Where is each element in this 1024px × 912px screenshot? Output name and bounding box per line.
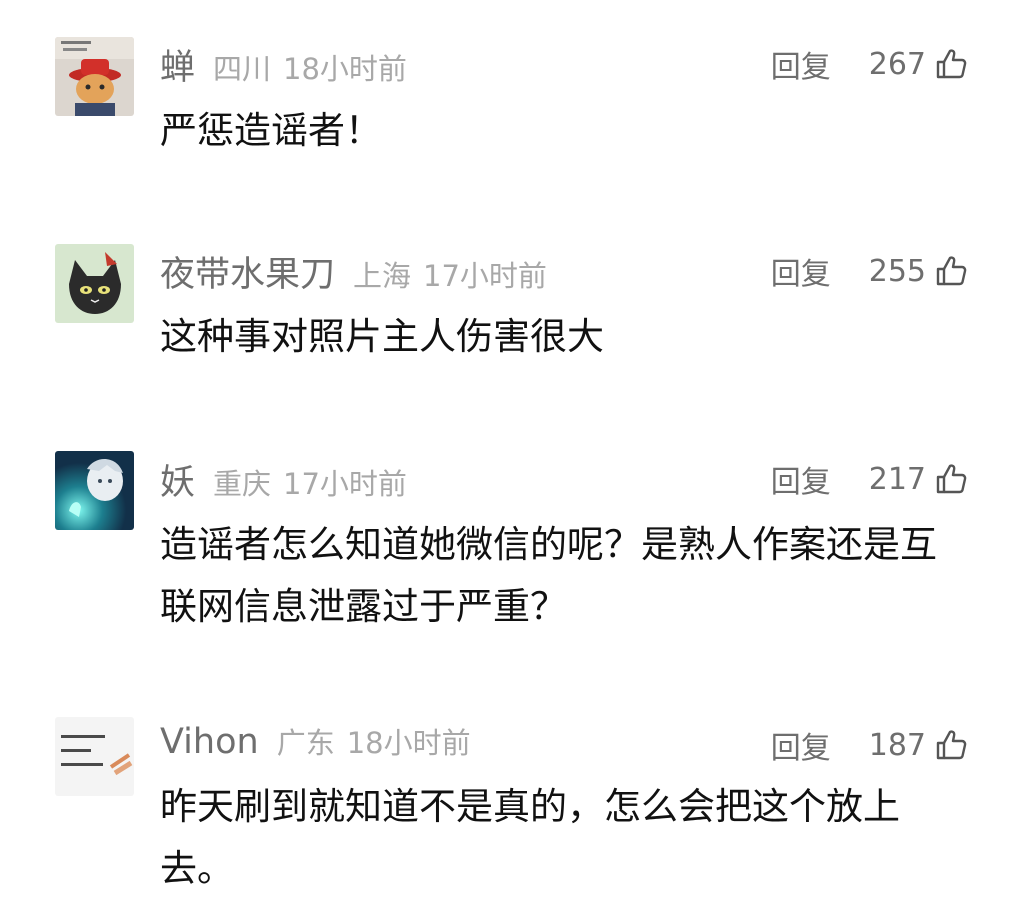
avatar[interactable]	[55, 451, 134, 530]
comment-item: Vihon 广东 18小时前 回复 187 昨天刷到就知道不是真的，怎么会把这个…	[0, 700, 1024, 912]
username[interactable]: 妖	[160, 454, 195, 505]
timestamp: 17小时前	[423, 259, 547, 293]
location: 重庆	[213, 467, 272, 501]
comment-meta: 妖 重庆 17小时前	[160, 454, 407, 504]
comment-actions: 回复 187	[771, 720, 968, 770]
thumbs-up-icon[interactable]	[934, 47, 968, 81]
anime-glow-hand-icon	[55, 451, 134, 530]
reply-button[interactable]: 回复	[771, 457, 831, 501]
like-count: 255	[868, 253, 926, 289]
avatar[interactable]	[55, 244, 134, 323]
comment-text: 昨天刷到就知道不是真的，怎么会把这个放上去。	[160, 785, 900, 890]
comment-item: 蝉 四川 18小时前 回复 267 严惩造谣者！	[0, 0, 1024, 200]
comment-item: 妖 重庆 17小时前 回复 217 造谣者怎么知道她微信的呢？是熟人作案还是互联…	[0, 440, 1024, 700]
comment-actions: 回复 255	[771, 246, 968, 296]
comment-item: 夜带水果刀 上海 17小时前 回复 255 这种事对照片主人伤害很大	[0, 200, 1024, 440]
comment-meta: 夜带水果刀 上海 17小时前	[160, 246, 547, 296]
comment-text: 造谣者怎么知道她微信的呢？是熟人作案还是互联网信息泄露过于严重？	[160, 523, 937, 628]
thumbs-up-icon[interactable]	[934, 462, 968, 496]
timestamp: 17小时前	[283, 467, 407, 501]
location: 四川	[213, 52, 272, 86]
location: 广东	[276, 726, 335, 760]
location: 上海	[353, 259, 412, 293]
like-count: 217	[868, 461, 926, 497]
timestamp: 18小时前	[346, 726, 471, 760]
timestamp: 18小时前	[283, 52, 407, 86]
handwritten-note-icon	[55, 717, 134, 796]
cartoon-cat-red-hat-icon	[55, 37, 134, 116]
black-cat-icon	[55, 244, 134, 323]
reply-button[interactable]: 回复	[771, 42, 831, 86]
avatar[interactable]	[55, 717, 134, 796]
username[interactable]: Vihon	[160, 722, 259, 762]
thumbs-up-icon[interactable]	[934, 728, 968, 762]
comment-actions: 回复 267	[771, 39, 968, 89]
username[interactable]: 蝉	[160, 39, 195, 90]
reply-button[interactable]: 回复	[771, 249, 831, 293]
comment-text: 这种事对照片主人伤害很大	[160, 315, 604, 358]
thumbs-up-icon[interactable]	[934, 254, 968, 288]
like-count: 267	[868, 46, 926, 82]
username[interactable]: 夜带水果刀	[160, 246, 335, 297]
comment-actions: 回复 217	[771, 454, 968, 504]
avatar[interactable]	[55, 37, 134, 116]
like-count: 187	[868, 727, 926, 763]
reply-button[interactable]: 回复	[771, 723, 831, 767]
comment-meta: Vihon 广东 18小时前	[160, 720, 471, 770]
comment-text: 严惩造谣者！	[160, 109, 382, 152]
comment-meta: 蝉 四川 18小时前	[160, 39, 407, 89]
